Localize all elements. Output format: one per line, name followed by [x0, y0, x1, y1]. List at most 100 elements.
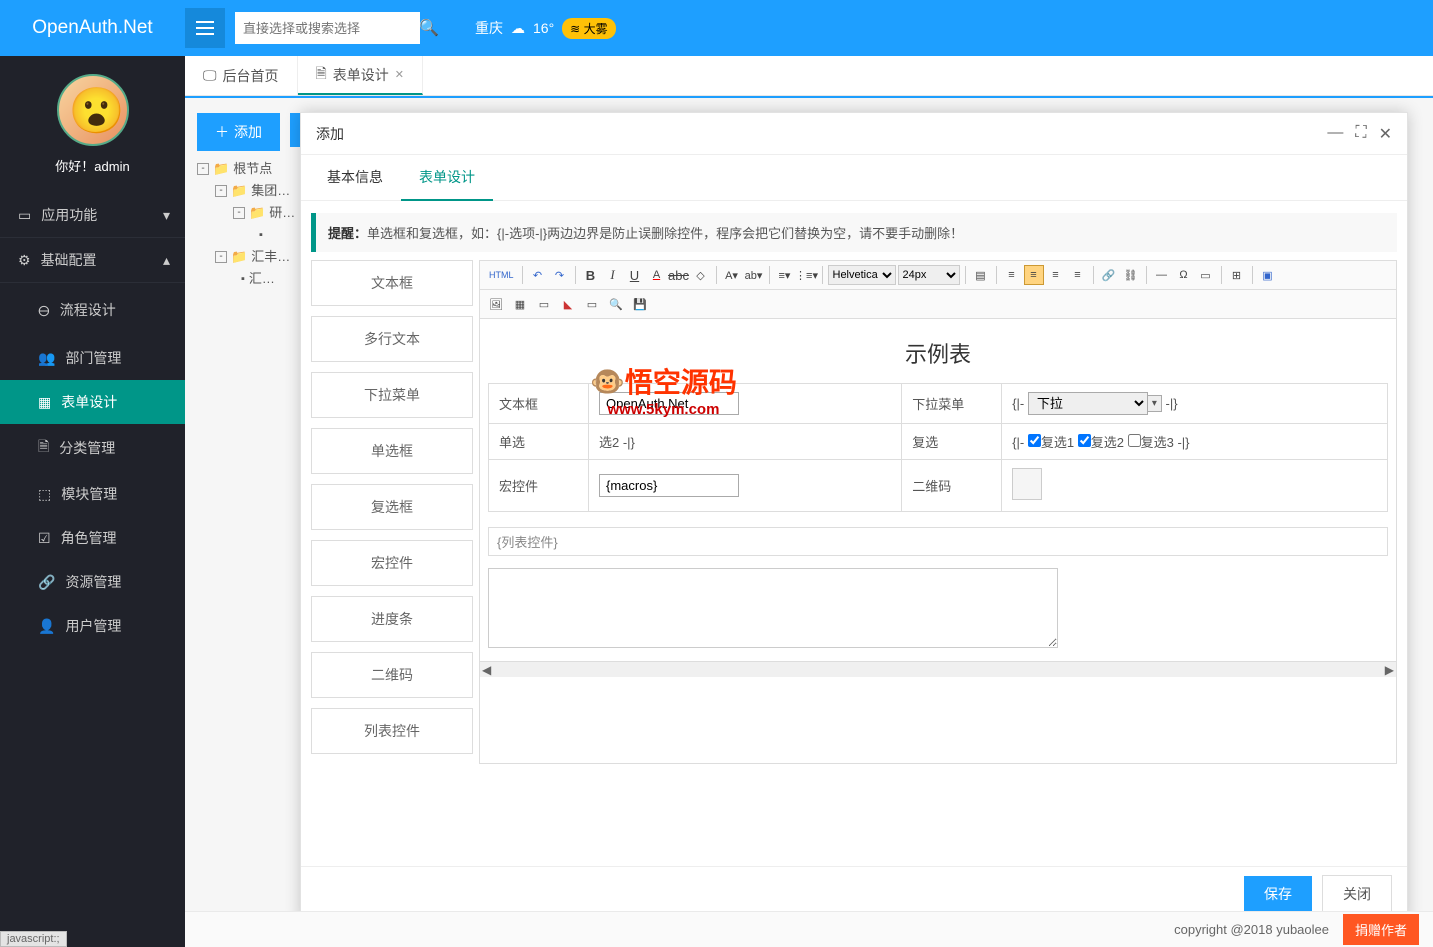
- size-select[interactable]: 24px: [898, 265, 960, 285]
- fullscreen-icon[interactable]: ▣: [1258, 265, 1278, 285]
- html-source-icon[interactable]: HTML: [486, 265, 517, 285]
- horizontal-scrollbar[interactable]: ◀▶: [480, 661, 1396, 677]
- list-control[interactable]: {列表控件}: [488, 527, 1388, 556]
- search-icon[interactable]: 🔍: [419, 18, 439, 38]
- eraser-icon[interactable]: ◇: [691, 265, 711, 285]
- form-table: 文本框 下拉菜单 {|- 下拉▾ -|} 单选 选2 -|} 复选: [488, 383, 1388, 512]
- align-left-icon[interactable]: ≡: [1002, 265, 1022, 285]
- preview-icon[interactable]: 🔍: [606, 294, 626, 314]
- textcolor-icon[interactable]: A▾: [722, 265, 742, 285]
- nav-base-config[interactable]: ⚙ 基础配置 ▴: [0, 238, 185, 283]
- table-icon[interactable]: ⊞: [1227, 265, 1247, 285]
- font-select[interactable]: Helvetica N: [828, 265, 896, 285]
- logo[interactable]: OpenAuth.Net: [0, 17, 185, 39]
- comp-progress[interactable]: 进度条: [311, 596, 473, 642]
- nav-dept-manage[interactable]: 👥部门管理: [0, 336, 185, 380]
- flash-icon[interactable]: ▦: [510, 294, 530, 314]
- label-macro: 宏控件: [489, 460, 589, 512]
- shape-icon[interactable]: ◣: [558, 294, 578, 314]
- chevron-down-icon[interactable]: ▾: [1148, 395, 1162, 412]
- nav-app-feature[interactable]: ▭ 应用功能 ▾: [0, 193, 185, 238]
- add-button[interactable]: ＋ 添加: [197, 113, 280, 151]
- label-qrcode: 二维码: [902, 460, 1002, 512]
- chevron-up-icon: ▴: [163, 252, 170, 269]
- save-icon[interactable]: 💾: [630, 294, 650, 314]
- comp-checkbox[interactable]: 复选框: [311, 484, 473, 530]
- search-input[interactable]: [243, 21, 419, 36]
- image-icon[interactable]: 🖼: [486, 294, 506, 314]
- nav-role[interactable]: ☑角色管理: [0, 516, 185, 560]
- weather: 重庆 ☁ 16° ≋ 大雾: [475, 18, 616, 39]
- align-right-icon[interactable]: ≡: [1046, 265, 1066, 285]
- label-textbox: 文本框: [489, 384, 589, 424]
- macro-input[interactable]: [599, 474, 739, 497]
- undo-icon[interactable]: ↶: [528, 265, 548, 285]
- scroll-left-icon[interactable]: ◀: [482, 663, 491, 677]
- page-break-icon[interactable]: ▭: [1196, 265, 1216, 285]
- save-button[interactable]: 保存: [1244, 876, 1312, 912]
- align-center-icon[interactable]: ≡: [1024, 265, 1044, 285]
- collapse-icon[interactable]: -: [233, 207, 245, 219]
- checkbox-1[interactable]: 复选1: [1028, 435, 1074, 450]
- ulist-icon[interactable]: ⋮≡▾: [797, 265, 817, 285]
- collapse-icon[interactable]: -: [215, 251, 227, 263]
- indent-icon[interactable]: ▤: [971, 265, 991, 285]
- nav-category[interactable]: 🗎分类管理: [0, 424, 185, 472]
- redo-icon[interactable]: ↷: [550, 265, 570, 285]
- align-justify-icon[interactable]: ≡: [1068, 265, 1088, 285]
- comp-qrcode[interactable]: 二维码: [311, 652, 473, 698]
- comp-dropdown[interactable]: 下拉菜单: [311, 372, 473, 418]
- check-icon: ☑: [38, 530, 51, 547]
- comp-listctrl[interactable]: 列表控件: [311, 708, 473, 754]
- scroll-right-icon[interactable]: ▶: [1385, 663, 1394, 677]
- textbox-input[interactable]: [599, 392, 739, 415]
- iframe-icon[interactable]: ▭: [582, 294, 602, 314]
- comp-macro[interactable]: 宏控件: [311, 540, 473, 586]
- designer: 文本框 多行文本 下拉菜单 单选框 复选框 宏控件 进度条 二维码 列表控件 H…: [311, 260, 1397, 764]
- textarea-control[interactable]: [488, 568, 1058, 648]
- underline-icon[interactable]: U: [625, 265, 645, 285]
- folder-icon: 📁: [213, 158, 229, 180]
- special-char-icon[interactable]: Ω: [1174, 265, 1194, 285]
- fontcolor-icon[interactable]: A: [647, 265, 667, 285]
- unlink-icon[interactable]: ⛓: [1121, 265, 1141, 285]
- chevron-down-icon: ▾: [163, 207, 170, 224]
- subtab-basic[interactable]: 基本信息: [309, 155, 401, 200]
- nav-flow-design[interactable]: 🜔流程设计: [0, 283, 185, 336]
- editor-body[interactable]: 🐵 悟空源码 www.5kym.com 示例表 文本框 下拉菜单 {|- 下拉▾…: [480, 319, 1396, 661]
- tab-form-design[interactable]: 🗎 表单设计 ✕: [298, 56, 423, 95]
- menu-toggle[interactable]: [185, 8, 225, 48]
- collapse-icon[interactable]: -: [197, 163, 209, 175]
- close-button[interactable]: 关闭: [1322, 875, 1392, 913]
- donate-button[interactable]: 捐赠作者: [1343, 914, 1419, 945]
- doc-icon: 🗎: [316, 63, 327, 87]
- nav-resource[interactable]: 🔗资源管理: [0, 560, 185, 604]
- maximize-icon[interactable]: ⛶: [1355, 124, 1366, 144]
- checkbox-3[interactable]: 复选3: [1128, 435, 1174, 450]
- highlight-icon[interactable]: ab▾: [744, 265, 764, 285]
- collapse-icon[interactable]: -: [215, 185, 227, 197]
- nav-module[interactable]: ⬚模块管理: [0, 472, 185, 516]
- strike-icon[interactable]: abc: [669, 265, 689, 285]
- close-icon[interactable]: ✕: [395, 68, 404, 81]
- hr-icon[interactable]: —: [1152, 265, 1172, 285]
- close-icon[interactable]: ✕: [1379, 124, 1392, 144]
- nav-user[interactable]: 👤用户管理: [0, 604, 185, 648]
- olist-icon[interactable]: ≡▾: [775, 265, 795, 285]
- subtab-design[interactable]: 表单设计: [401, 155, 493, 201]
- qrcode-placeholder[interactable]: [1012, 468, 1042, 500]
- minimize-icon[interactable]: —: [1327, 124, 1343, 144]
- italic-icon[interactable]: I: [603, 265, 623, 285]
- tab-home[interactable]: 🖵 后台首页: [185, 56, 298, 95]
- link-icon[interactable]: 🔗: [1099, 265, 1119, 285]
- greeting: 你好！admin: [0, 156, 185, 175]
- nav-form-design[interactable]: ▦表单设计: [0, 380, 185, 424]
- dropdown-select[interactable]: 下拉: [1028, 392, 1148, 415]
- comp-textbox[interactable]: 文本框: [311, 260, 473, 306]
- comp-radio[interactable]: 单选框: [311, 428, 473, 474]
- checkbox-2[interactable]: 复选2: [1078, 435, 1124, 450]
- bold-icon[interactable]: B: [581, 265, 601, 285]
- media-icon[interactable]: ▭: [534, 294, 554, 314]
- avatar[interactable]: [57, 74, 129, 146]
- comp-multiline[interactable]: 多行文本: [311, 316, 473, 362]
